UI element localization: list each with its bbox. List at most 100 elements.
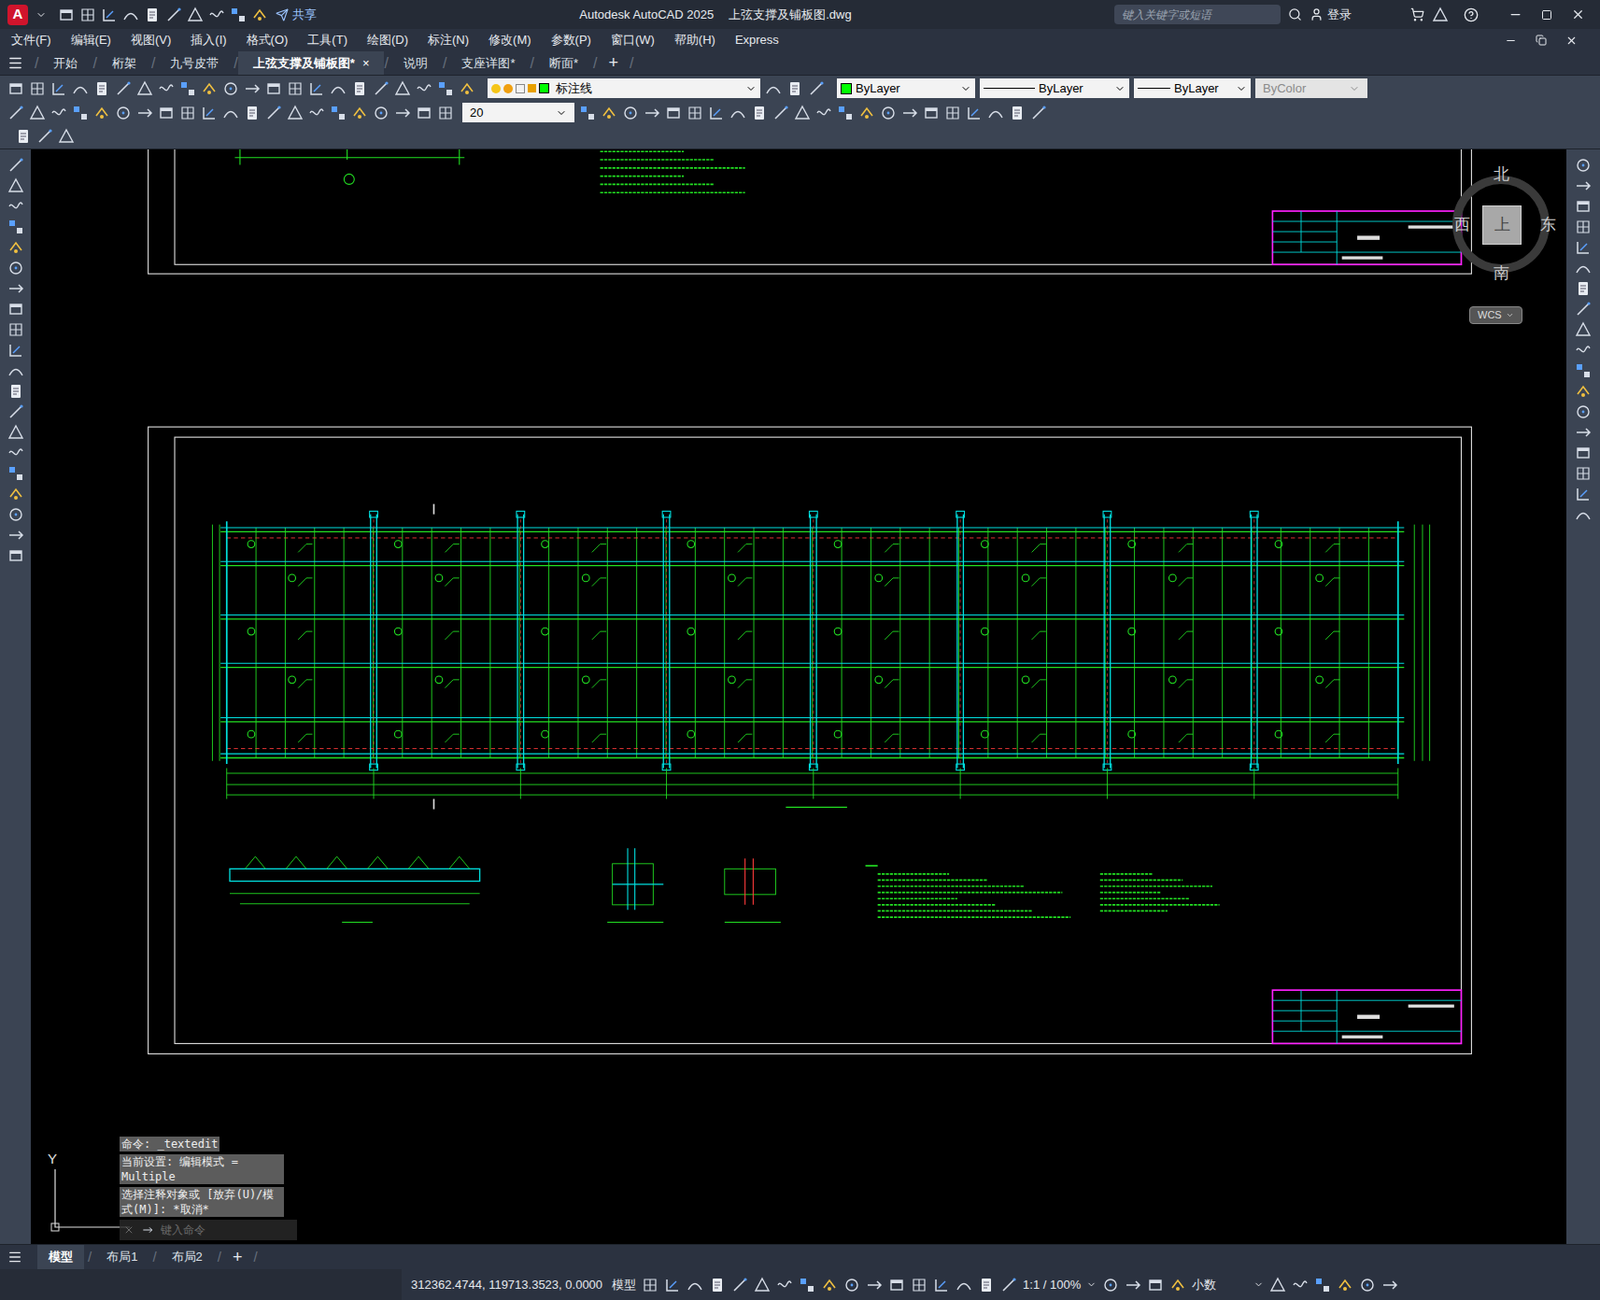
dimension-tool-icon[interactable]	[308, 104, 326, 122]
draw-tool-icon[interactable]	[7, 403, 25, 421]
status-tool-icon[interactable]	[888, 1276, 906, 1294]
modify-side-tool-icon[interactable]	[1574, 218, 1592, 236]
modify-tool-icon[interactable]	[836, 104, 854, 122]
modify-tool-icon[interactable]	[858, 104, 876, 122]
ucs-menu[interactable]: WCS	[1469, 306, 1523, 325]
compass-west[interactable]: 西	[1454, 212, 1471, 238]
model-space[interactable]: 上北南东西WCSY命令: _textedit当前设置: 编辑模式 = Multi…	[30, 149, 1567, 1245]
file-tab[interactable]: 说明	[388, 51, 443, 75]
menu-item[interactable]: 窗口(W)	[610, 30, 655, 50]
status-tool-icon[interactable]	[977, 1276, 995, 1294]
modify-tool-icon[interactable]	[665, 104, 682, 122]
standard-tool-icon[interactable]	[415, 80, 433, 98]
status-tool-icon[interactable]	[910, 1276, 928, 1294]
menu-item[interactable]: 视图(V)	[130, 30, 171, 50]
layer-tool-icon[interactable]	[807, 80, 825, 98]
standard-tool-icon[interactable]	[372, 80, 390, 98]
app-menu-icon[interactable]	[35, 9, 47, 21]
modify-tool-icon[interactable]	[965, 104, 983, 122]
status-tool-icon[interactable]	[1102, 1276, 1119, 1294]
status-tool-icon[interactable]	[708, 1276, 726, 1294]
compass-north[interactable]: 北	[1493, 162, 1510, 187]
draw-tool-icon[interactable]	[7, 547, 25, 565]
modify-tool-icon[interactable]	[901, 104, 919, 122]
file-tab[interactable]: 桁架	[97, 51, 152, 75]
dimension-tool-icon[interactable]	[286, 104, 304, 122]
modify-tool-icon[interactable]	[1030, 104, 1048, 122]
color-dropdown[interactable]: ByLayer	[836, 78, 976, 99]
modify-side-tool-icon[interactable]	[1574, 485, 1592, 503]
standard-tool-icon[interactable]	[308, 80, 326, 98]
standard-tool-icon[interactable]	[136, 80, 154, 98]
modify-side-tool-icon[interactable]	[1574, 362, 1592, 380]
quick-access-tool-icon[interactable]	[208, 6, 226, 24]
standard-tool-icon[interactable]	[50, 80, 68, 98]
standard-tool-icon[interactable]	[286, 80, 304, 98]
units[interactable]: 小数	[1191, 1275, 1248, 1295]
status-tool-icon[interactable]	[933, 1276, 950, 1294]
cube-face[interactable]: 上	[1482, 205, 1522, 245]
modify-side-tool-icon[interactable]	[1574, 321, 1592, 339]
modify-side-tool-icon[interactable]	[1574, 259, 1592, 277]
status-tool-icon[interactable]	[821, 1276, 838, 1294]
dropdown-arrow-icon[interactable]	[1086, 1279, 1097, 1290]
share-button[interactable]: 共享	[275, 5, 317, 25]
command-window[interactable]: 命令: _textedit当前设置: 编辑模式 = Multiple选择注释对象…	[119, 1136, 298, 1241]
tabs-menu-icon[interactable]	[7, 55, 24, 71]
standard-tool-icon[interactable]	[329, 80, 347, 98]
draw-tool-icon[interactable]	[7, 444, 25, 462]
layout-tab[interactable]: 布局2	[160, 1245, 214, 1270]
modify-side-tool-icon[interactable]	[1574, 177, 1592, 195]
dimension-tool-icon[interactable]	[28, 104, 46, 122]
standard-tool-icon[interactable]	[71, 80, 89, 98]
draw-tool-icon[interactable]	[7, 177, 25, 195]
modify-tool-icon[interactable]	[793, 104, 811, 122]
modify-side-tool-icon[interactable]	[1574, 280, 1592, 298]
quick-access-tool-icon[interactable]	[100, 6, 118, 24]
modify-tool-icon[interactable]	[622, 104, 639, 122]
status-right-tool-icon[interactable]	[1336, 1276, 1354, 1294]
standard-tool-icon[interactable]	[7, 80, 25, 98]
draw-tool-icon[interactable]	[7, 424, 25, 441]
status-right-tool-icon[interactable]	[1269, 1276, 1287, 1294]
status-tool-icon[interactable]	[641, 1276, 659, 1294]
status-tool-icon[interactable]	[1124, 1276, 1142, 1294]
modify-side-tool-icon[interactable]	[1574, 465, 1592, 482]
modify-tool-icon[interactable]	[643, 104, 661, 122]
annotation-scale[interactable]: 1:1 / 100%	[1022, 1275, 1081, 1295]
menu-item[interactable]: 插入(I)	[190, 30, 227, 50]
quick-access-tool-icon[interactable]	[165, 6, 183, 24]
draw-tool-icon[interactable]	[7, 259, 25, 277]
misc-tool-icon[interactable]	[36, 127, 54, 145]
menu-item[interactable]: 编辑(E)	[70, 30, 112, 50]
draw-tool-icon[interactable]	[7, 485, 25, 503]
draw-tool-icon[interactable]	[7, 382, 25, 400]
doc-restore-icon[interactable]	[1535, 34, 1547, 46]
lineweight-dropdown[interactable]: ByLayer	[1133, 78, 1251, 99]
status-tool-icon[interactable]	[664, 1276, 681, 1294]
quick-access-tool-icon[interactable]	[186, 6, 204, 24]
modify-tool-icon[interactable]	[987, 104, 1005, 122]
dimension-tool-icon[interactable]	[7, 104, 25, 122]
modify-side-tool-icon[interactable]	[1574, 198, 1592, 215]
layer-tool-icon[interactable]	[786, 80, 804, 98]
status-right-tool-icon[interactable]	[1381, 1276, 1399, 1294]
maximize-icon[interactable]	[1541, 9, 1553, 21]
draw-tool-icon[interactable]	[7, 526, 25, 544]
modify-tool-icon[interactable]	[944, 104, 962, 122]
status-tool-icon[interactable]	[686, 1276, 704, 1294]
modify-side-tool-icon[interactable]	[1574, 382, 1592, 400]
modify-tool-icon[interactable]	[1008, 104, 1026, 122]
compass-east[interactable]: 东	[1540, 212, 1557, 238]
search-box[interactable]: 键入关键字或短语	[1114, 4, 1281, 25]
status-tool-icon[interactable]	[1146, 1276, 1164, 1294]
standard-tool-icon[interactable]	[437, 80, 454, 98]
help-icon[interactable]	[1463, 7, 1479, 23]
dimension-tool-icon[interactable]	[243, 104, 261, 122]
status-right-tool-icon[interactable]	[1314, 1276, 1331, 1294]
modify-side-tool-icon[interactable]	[1574, 403, 1592, 421]
draw-tool-icon[interactable]	[7, 300, 25, 318]
standard-tool-icon[interactable]	[458, 80, 476, 98]
dimension-tool-icon[interactable]	[437, 104, 454, 122]
modify-tool-icon[interactable]	[922, 104, 940, 122]
